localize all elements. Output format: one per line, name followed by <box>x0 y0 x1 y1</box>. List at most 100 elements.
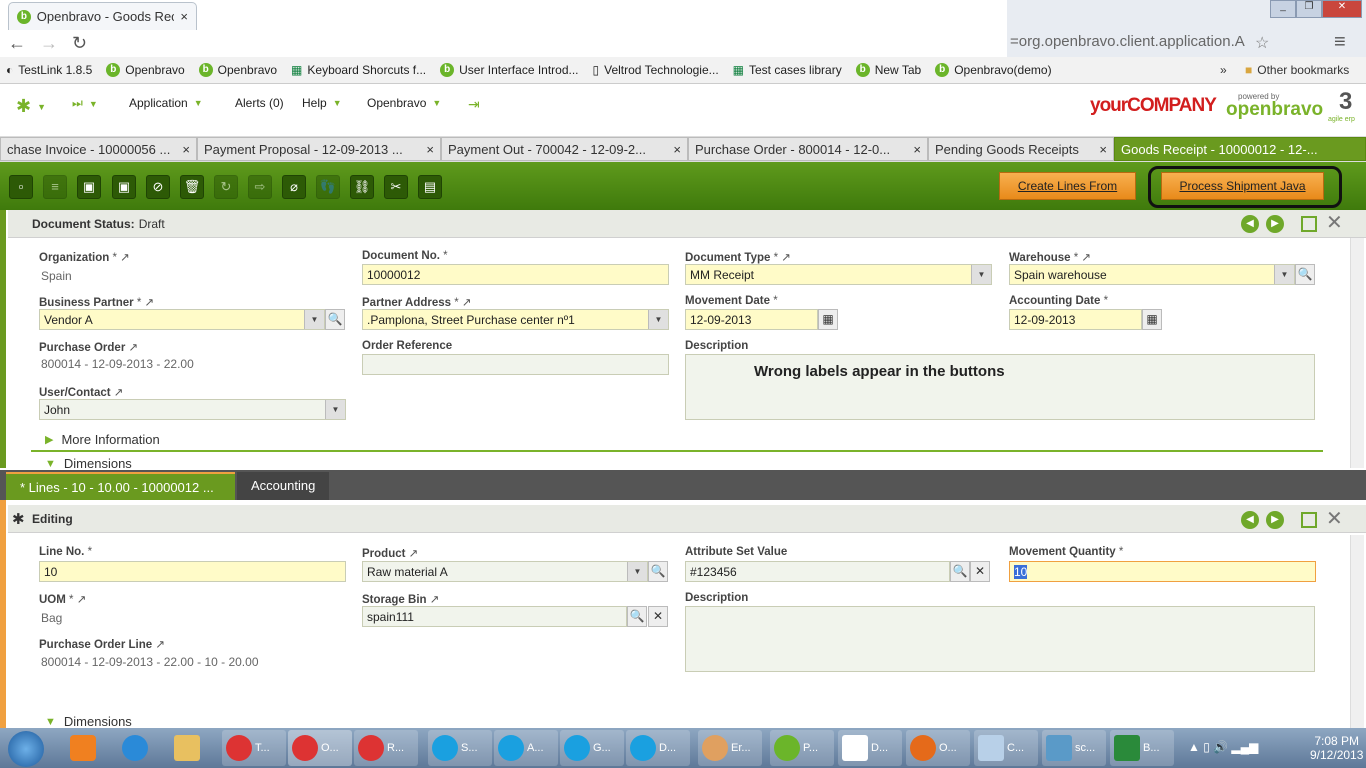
taskbar-chat[interactable]: A... <box>494 730 558 766</box>
calendar-icon[interactable]: ▦ <box>818 309 838 330</box>
bookmark[interactable]: ▦ Keyboard Shorcuts f... <box>291 63 426 77</box>
close-form-icon[interactable]: ✕ <box>1326 213 1343 233</box>
tools-icon[interactable]: ✂ <box>384 175 408 199</box>
window-tab[interactable]: Pending Goods Receipts × <box>928 137 1114 161</box>
order-reference-input[interactable] <box>362 354 669 375</box>
create-lines-from-button[interactable]: Create Lines From <box>999 172 1136 200</box>
storage-bin-input[interactable]: spain111 <box>362 606 627 627</box>
forward-icon[interactable]: → <box>40 33 58 54</box>
save-close-icon[interactable]: ▣ <box>112 175 136 199</box>
bookmark[interactable]: b Openbravo <box>106 63 185 77</box>
maximize-icon[interactable] <box>1301 512 1317 528</box>
movement-quantity-input[interactable]: 10 <box>1009 561 1316 582</box>
accounting-date-input[interactable]: 12-09-2013 <box>1009 309 1142 330</box>
internet-explorer-icon[interactable] <box>118 730 152 766</box>
taskbar-firefox[interactable]: O... <box>906 730 970 766</box>
quick-launch-menu[interactable]: ⏭ ▼ <box>72 96 98 111</box>
back-icon[interactable]: ← <box>8 33 26 54</box>
alerts-link[interactable]: Alerts (0) <box>235 96 284 110</box>
media-player-icon[interactable] <box>66 730 100 766</box>
window-tab-active[interactable]: Goods Receipt - 10000012 - 12-... <box>1114 137 1366 161</box>
more-information-section[interactable]: ▶ More Information <box>45 432 160 447</box>
lines-dimensions-section[interactable]: ▼ Dimensions <box>45 714 132 729</box>
taskbar-openbravo[interactable]: P... <box>770 730 834 766</box>
save-icon[interactable]: ▣ <box>77 175 101 199</box>
close-icon[interactable]: × <box>1099 142 1107 157</box>
clear-icon[interactable]: ✕ <box>970 561 990 582</box>
header-scrollbar[interactable] <box>1350 238 1364 468</box>
application-menu[interactable]: Application ▼ <box>129 96 203 110</box>
dimensions-section[interactable]: ▼ Dimensions <box>45 456 132 471</box>
line-description-textarea[interactable] <box>685 606 1315 672</box>
window-tab[interactable]: chase Invoice - 10000056 ... × <box>0 137 197 161</box>
reload-icon[interactable]: ↻ <box>72 33 87 54</box>
lines-scrollbar[interactable] <box>1350 535 1364 728</box>
close-window-button[interactable]: ✕ <box>1322 0 1362 18</box>
bookmark[interactable]: b Openbravo(demo) <box>935 63 1052 77</box>
help-menu[interactable]: Help ▼ <box>302 96 342 110</box>
previous-record-icon[interactable]: ◀ <box>1241 511 1259 529</box>
product-select[interactable]: Raw material A ▼ <box>362 561 648 582</box>
document-no-input[interactable]: 10000012 <box>362 264 669 285</box>
window-tab[interactable]: Purchase Order - 800014 - 12-0... × <box>688 137 928 161</box>
tray-icons[interactable]: ▲ ▯ 🔊 ▂▄▆ <box>1188 740 1258 754</box>
taskbar-skype[interactable]: S... <box>428 730 492 766</box>
business-partner-select[interactable]: Vendor A ▼ <box>39 309 325 330</box>
grid-form-toggle-icon[interactable]: ▤ <box>418 175 442 199</box>
attribute-set-input[interactable]: #123456 <box>685 561 950 582</box>
new-row-icon[interactable]: ≡ <box>43 175 67 199</box>
bookmark[interactable]: b User Interface Introd... <box>440 63 579 77</box>
close-icon[interactable]: × <box>913 142 921 157</box>
bookmark[interactable]: b Openbravo <box>198 63 277 77</box>
document-type-select[interactable]: MM Receipt ▼ <box>685 264 992 285</box>
menu-icon[interactable]: ≡ <box>1334 31 1346 54</box>
refresh-icon[interactable]: ↻ <box>214 175 238 199</box>
clock[interactable]: 7:08 PM 9/12/2013 <box>1310 734 1363 762</box>
taskbar-chat[interactable]: D... <box>626 730 690 766</box>
clear-icon[interactable]: ✕ <box>648 606 668 627</box>
minimize-button[interactable]: _ <box>1270 0 1296 18</box>
close-icon[interactable]: × <box>182 142 190 157</box>
taskbar-paint[interactable]: Er... <box>698 730 762 766</box>
taskbar-excel[interactable]: B... <box>1110 730 1174 766</box>
close-icon[interactable]: × <box>426 142 434 157</box>
taskbar-chrome[interactable]: R... <box>354 730 418 766</box>
tab-lines[interactable]: * Lines - 10 - 10.00 - 10000012 ... <box>6 472 235 500</box>
user-menu[interactable]: Openbravo ▼ <box>367 96 441 110</box>
calendar-icon[interactable]: ▦ <box>1142 309 1162 330</box>
export-icon[interactable]: ⇨ <box>248 175 272 199</box>
partner-address-select[interactable]: .Pamplona, Street Purchase center nº1 ▼ <box>362 309 669 330</box>
start-button[interactable] <box>8 731 44 767</box>
delete-icon[interactable]: 🗑 <box>180 175 204 199</box>
attachment-icon[interactable]: ⌀ <box>282 175 306 199</box>
other-bookmarks[interactable]: ■ Other bookmarks <box>1245 63 1349 77</box>
taskbar-chrome[interactable]: T... <box>222 730 286 766</box>
close-icon[interactable]: × <box>673 142 681 157</box>
taskbar-word[interactable]: D... <box>838 730 902 766</box>
user-contact-select[interactable]: John ▼ <box>39 399 346 420</box>
browser-tab[interactable]: bOpenbravo - Goods Receipt× <box>8 2 197 30</box>
new-document-icon[interactable]: ▫ <box>9 175 33 199</box>
previous-record-icon[interactable]: ◀ <box>1241 215 1259 233</box>
audit-icon[interactable]: 👣 <box>316 175 340 199</box>
taskbar-screenshot[interactable]: sc... <box>1042 730 1106 766</box>
search-icon[interactable]: 🔍 <box>648 561 668 582</box>
bookmark[interactable]: b New Tab <box>855 63 921 77</box>
taskbar-chat[interactable]: G... <box>560 730 624 766</box>
maximize-button[interactable]: ❐ <box>1296 0 1322 18</box>
window-tab[interactable]: Payment Out - 700042 - 12-09-2... × <box>441 137 688 161</box>
explorer-icon[interactable] <box>170 730 204 766</box>
close-tab-icon[interactable]: × <box>180 9 188 24</box>
description-textarea[interactable]: Wrong labels appear in the buttons <box>685 354 1315 420</box>
tab-accounting[interactable]: Accounting <box>237 472 330 500</box>
cancel-icon[interactable]: ⊘ <box>146 175 170 199</box>
warehouse-select[interactable]: Spain warehouse ▼ <box>1009 264 1295 285</box>
search-icon[interactable]: 🔍 <box>325 309 345 330</box>
search-icon[interactable]: 🔍 <box>950 561 970 582</box>
movement-date-input[interactable]: 12-09-2013 <box>685 309 818 330</box>
maximize-icon[interactable] <box>1301 216 1317 232</box>
search-icon[interactable]: 🔍 <box>627 606 647 627</box>
taskbar-chrome[interactable]: O... <box>288 730 352 766</box>
bookmark[interactable]: ▯ Veltrod Technologie... <box>593 63 719 77</box>
quick-create-menu[interactable]: ✱ ▼ <box>16 96 46 117</box>
